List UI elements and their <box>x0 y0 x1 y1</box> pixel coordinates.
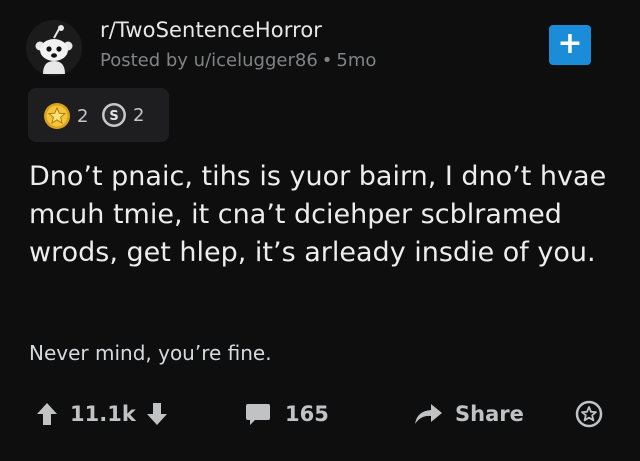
comment-bubble-icon <box>246 404 270 425</box>
snoo-icon <box>26 20 82 76</box>
awards-container[interactable]: 2 S 2 <box>28 88 169 142</box>
award-gold[interactable]: 2 <box>43 102 88 130</box>
share-label: Share <box>455 402 524 426</box>
subreddit-name[interactable]: r/TwoSentenceHorror <box>100 18 322 42</box>
join-button[interactable]: + <box>549 25 591 65</box>
gold-award-count: 2 <box>77 105 89 127</box>
silver-award-count: 2 <box>133 104 145 126</box>
comment-count: 165 <box>285 402 329 426</box>
downvote-arrow-icon[interactable] <box>146 401 168 427</box>
gold-star-award-icon <box>44 103 70 129</box>
share-button[interactable]: Share <box>413 396 524 432</box>
subreddit-avatar[interactable] <box>26 20 82 76</box>
meta-separator: • <box>321 50 333 71</box>
award-give-button[interactable] <box>575 396 603 432</box>
svg-text:S: S <box>109 109 118 124</box>
vote-count: 11.1k <box>70 402 136 426</box>
post-age: 5mo <box>336 50 377 71</box>
post-meta: Posted by u/icelugger86 • 5mo <box>100 50 376 71</box>
posted-by[interactable]: Posted by u/icelugger86 <box>100 50 318 71</box>
award-star-icon <box>575 400 603 428</box>
silver-award-icon: S <box>102 103 126 127</box>
award-silver[interactable]: S 2 <box>101 102 144 128</box>
share-arrow-icon <box>415 404 442 424</box>
post-body: Never mind, you’re fine. <box>29 341 272 365</box>
vote-bar: 11.1k <box>36 396 168 432</box>
comments-button[interactable]: 165 <box>245 396 329 432</box>
post-card: r/TwoSentenceHorror Posted by u/icelugge… <box>0 0 640 461</box>
post-title[interactable]: Dno’t pnaic, tihs is yuor bairn, I dno’t… <box>29 158 619 272</box>
upvote-arrow-icon[interactable] <box>36 401 58 427</box>
